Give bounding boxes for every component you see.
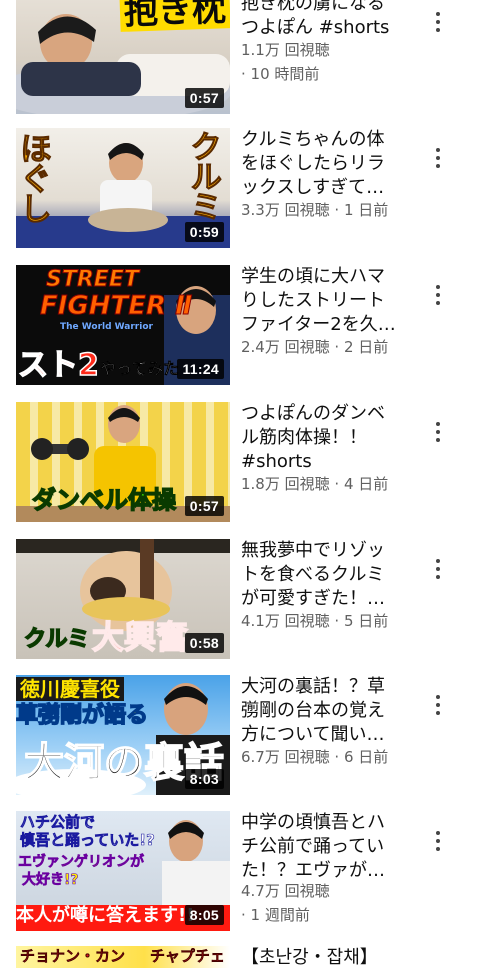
video-age: · 1 週間前 — [241, 906, 310, 924]
thumbnail-caption: ダンベル体操 — [31, 486, 177, 514]
video-item[interactable]: ダンベル体操 0:57 つよぽんのダンベ ル筋肉体操！！ #shorts 1.8… — [0, 402, 480, 524]
thumbnail-caption: 抱き枕 — [119, 0, 230, 33]
video-thumbnail[interactable]: チョナン・カン チャプチェ — [16, 946, 230, 968]
title-line: 学生の頃に大ハマ — [241, 266, 385, 287]
video-views-age: 2.4万 回視聴 · 2 日前 — [241, 337, 411, 357]
video-item[interactable]: 抱き枕 0:57 抱き枕の虜になる つよぽん #shorts 1.1万 回視聴 … — [0, 0, 480, 120]
video-title[interactable]: 大河の裏話！？草 彅剛の台本の覚え 方について聞い… — [241, 675, 401, 747]
video-views-age: 6.7万 回視聴 · 6 日前 — [241, 747, 411, 767]
thumbnail-caption: エヴァンゲリオンが — [18, 854, 145, 870]
video-item[interactable]: ハチ公前で 慎吾と踊っていた!? エヴァンゲリオンが 大好き!? 本人が噂に答え… — [0, 811, 480, 933]
video-views: 1.8万 回視聴 — [241, 475, 330, 493]
thumbnail-caption: ほぐし — [16, 132, 54, 223]
video-title[interactable]: 抱き枕の虜になる つよぽん #shorts — [241, 0, 401, 40]
video-thumbnail[interactable]: ハチ公前で 慎吾と踊っていた!? エヴァンゲリオンが 大好き!? 本人が噂に答え… — [16, 811, 230, 931]
video-age: · 10 時間前 — [241, 65, 320, 83]
video-title[interactable]: 学生の頃に大ハマ りしたストリート ファイター2を久… — [241, 265, 401, 337]
video-views-age: 4.1万 回視聴 · 5 日前 — [241, 611, 411, 631]
video-duration: 0:57 — [184, 496, 224, 516]
title-line: ファイター2を久… — [241, 314, 396, 335]
video-thumbnail[interactable]: クルミ 大興奮 0:58 — [16, 539, 230, 659]
title-line: 方について聞い… — [241, 724, 385, 745]
title-line: 【초난강・잡채】 — [241, 947, 378, 968]
video-age: · 5 日前 — [334, 612, 389, 630]
title-line: 中学の頃慎吾とハ — [241, 812, 385, 833]
title-line: #shorts — [241, 451, 312, 472]
video-duration: 8:05 — [184, 905, 224, 925]
title-line: が可愛すぎた！… — [241, 588, 385, 609]
title-line: クルミちゃんの体 — [241, 129, 385, 150]
video-views-age: 1.8万 回視聴 · 4 日前 — [241, 474, 411, 494]
thumbnail-caption: STREET — [46, 267, 140, 292]
video-age: · 6 日前 — [334, 748, 389, 766]
thumbnail-caption: 慎吾と踊っていた!? — [20, 831, 155, 849]
thumbnail-caption: ハチ公前で — [20, 813, 96, 831]
thumbnail-caption: 大興奮 — [91, 618, 189, 656]
video-thumbnail[interactable]: 徳川慶喜役 草彅剛が語る 大河の裏話 8:03 — [16, 675, 230, 795]
video-views: 1.1万 回視聴 — [241, 41, 330, 59]
title-line: りしたストリート — [241, 290, 385, 311]
thumbnail-caption: 大好き!? — [22, 872, 79, 888]
video-duration: 11:24 — [177, 359, 224, 379]
video-title[interactable]: つよぽんのダンベ ル筋肉体操！！ #shorts — [241, 402, 401, 474]
video-thumbnail[interactable]: ダンベル体操 0:57 — [16, 402, 230, 522]
video-title[interactable]: 【초난강・잡채】 — [241, 946, 401, 968]
thumbnail-caption: 本人が噂に答えます!! — [16, 905, 195, 926]
video-thumbnail[interactable]: ほぐし クルミ 0:59 — [16, 128, 230, 248]
title-line: ル筋肉体操！！ — [241, 427, 367, 448]
thumbnail-caption: The World Warrior — [60, 322, 153, 332]
video-age: · 2 日前 — [334, 338, 389, 356]
title-line: 彅剛の台本の覚え — [241, 700, 385, 721]
more-vert-icon[interactable] — [428, 693, 448, 717]
thumbnail-caption: クルミ — [185, 130, 224, 221]
video-duration: 8:03 — [184, 769, 224, 789]
video-duration: 0:59 — [184, 222, 224, 242]
video-views: 4.7万 回視聴 — [241, 882, 330, 900]
title-line: た！？エヴァが… — [241, 860, 385, 881]
thumbnail-caption: クルミ — [23, 627, 90, 652]
title-line: 無我夢中でリゾッ — [241, 540, 385, 561]
more-vert-icon[interactable] — [428, 557, 448, 581]
thumbnail-caption: チョナン・カン — [20, 947, 126, 965]
title-line: つよぽん #shorts — [241, 17, 390, 38]
thumbnail-caption: スト2 — [17, 348, 99, 383]
video-title[interactable]: 中学の頃慎吾とハ チ公前で踊ってい た！？エヴァが… — [241, 811, 401, 883]
thumbnail-caption: 草彅剛が語る — [16, 703, 149, 728]
video-item[interactable]: 徳川慶喜役 草彅剛が語る 大河の裏話 8:03 大河の裏話！？草 彅剛の台本の覚… — [0, 675, 480, 797]
video-duration: 0:57 — [184, 88, 224, 108]
more-vert-icon[interactable] — [428, 283, 448, 307]
video-views-age: 3.3万 回視聴 · 1 日前 — [241, 200, 411, 220]
video-age: · 1 日前 — [334, 201, 389, 219]
thumbnail-caption: 徳川慶喜役 — [16, 677, 124, 701]
video-duration: 0:58 — [184, 633, 224, 653]
video-item[interactable]: クルミ 大興奮 0:58 無我夢中でリゾッ トを食べるクルミ が可愛すぎた！… … — [0, 539, 480, 661]
thumbnail-caption: チャプチェ — [150, 947, 225, 965]
video-views: 3.3万 回視聴 — [241, 201, 330, 219]
title-line: ックスしすぎて… — [241, 177, 385, 198]
more-vert-icon[interactable] — [428, 829, 448, 853]
video-title[interactable]: 無我夢中でリゾッ トを食べるクルミ が可愛すぎた！… — [241, 539, 401, 611]
title-line: つよぽんのダンベ — [241, 403, 385, 424]
video-views: 4.1万 回視聴 — [241, 612, 330, 630]
thumbnail-caption: やってみた — [100, 359, 180, 378]
title-line: 抱き枕の虜になる — [241, 0, 385, 14]
more-vert-icon[interactable] — [428, 10, 448, 34]
video-thumbnail[interactable]: STREET FIGHTER Ⅱ The World Warrior スト2 や… — [16, 265, 230, 385]
more-vert-icon[interactable] — [428, 146, 448, 170]
title-line: をほぐしたらリラ — [241, 153, 385, 174]
video-views: 2.4万 回視聴 — [241, 338, 330, 356]
more-vert-icon[interactable] — [428, 420, 448, 444]
video-item[interactable]: ほぐし クルミ 0:59 クルミちゃんの体 をほぐしたらリラ ックスしすぎて… … — [0, 128, 480, 250]
title-line: トを食べるクルミ — [241, 564, 385, 585]
video-views: 6.7万 回視聴 — [241, 748, 330, 766]
title-line: 大河の裏話！？草 — [241, 676, 385, 697]
video-item[interactable]: チョナン・カン チャプチェ 【초난강・잡채】 — [0, 946, 480, 968]
thumbnail-caption: FIGHTER Ⅱ — [39, 291, 193, 321]
video-item[interactable]: STREET FIGHTER Ⅱ The World Warrior スト2 や… — [0, 265, 480, 387]
video-thumbnail[interactable]: 抱き枕 0:57 — [16, 0, 230, 114]
video-age: · 4 日前 — [334, 475, 389, 493]
title-line: チ公前で踊ってい — [241, 836, 385, 857]
video-title[interactable]: クルミちゃんの体 をほぐしたらリラ ックスしすぎて… — [241, 128, 401, 200]
